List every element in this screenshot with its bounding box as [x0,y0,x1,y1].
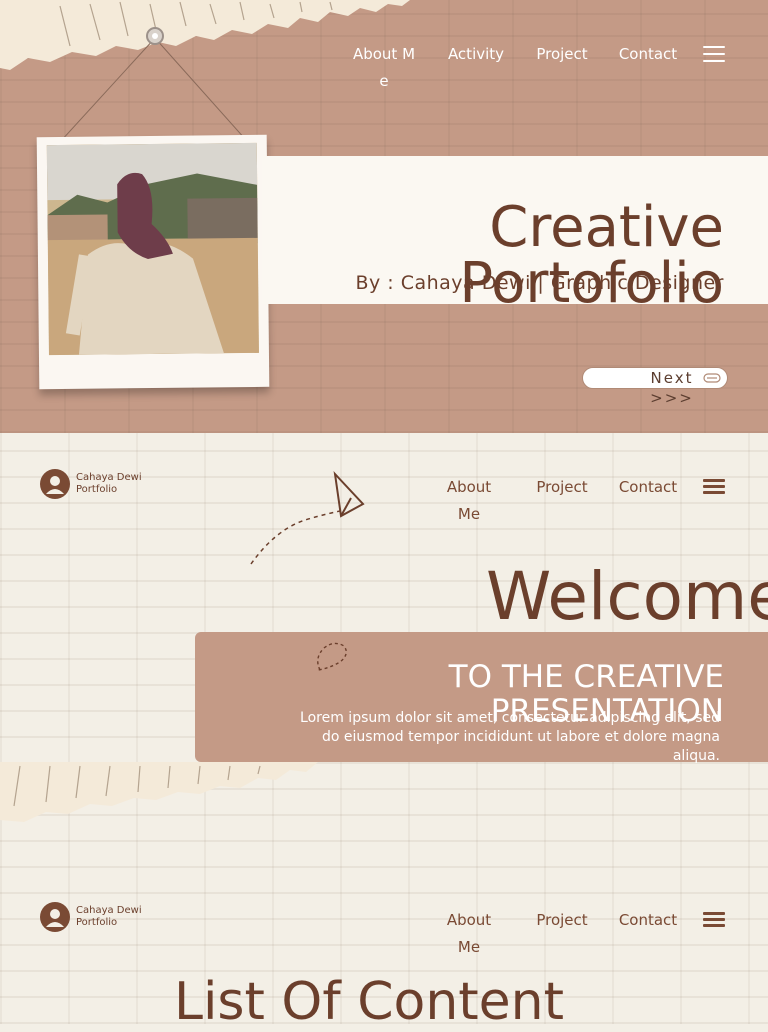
nav-contact-3[interactable]: Contact [618,907,678,934]
welcome-title: Welcome [486,558,768,635]
nav-project[interactable]: Project [531,41,593,68]
logo-tagline: Portfolio [76,484,118,495]
list-of-content-title: List Of Content [174,972,564,1032]
logo-3[interactable]: Cahaya Dewi Portfolio [40,902,142,932]
nav-about-me[interactable]: About Me [352,41,416,95]
welcome-body-text: Lorem ipsum dolor sit amet, consectetur … [300,710,720,764]
hero-subtitle: By : Cahaya Dewi | Graphic Designer [355,272,724,294]
logo-name: Cahaya Dewi [76,472,142,483]
user-avatar-icon-3 [40,902,70,932]
user-avatar-icon [40,469,70,499]
paper-plane-icon [250,470,365,565]
polaroid-frame [36,134,270,390]
hero-photo [46,142,259,356]
hamburger-menu-icon-3[interactable] [703,912,725,928]
arrow-icon [703,373,721,383]
nav-project-3[interactable]: Project [531,907,593,934]
torn-paper-decoration-2 [0,762,318,822]
hero-section: About Me Activity Project Contact Creati… [0,0,768,433]
woman-on-beach-image [46,142,259,356]
nav-activity[interactable]: Activity [446,41,506,68]
logo-tagline-3: Portfolio [76,917,118,928]
hamburger-menu-icon-2[interactable] [703,479,725,495]
nav-contact-2[interactable]: Contact [618,474,678,501]
nav-about-me-2[interactable]: About Me [438,474,500,528]
hamburger-menu-icon[interactable] [703,46,725,62]
logo[interactable]: Cahaya Dewi Portfolio [40,469,142,499]
nav-about-me-3[interactable]: About Me [438,907,500,961]
hero-title: Creative Portofolio [459,195,724,316]
nav-project-2[interactable]: Project [531,474,593,501]
logo-name-3: Cahaya Dewi [76,905,142,916]
next-button-label: Next >>> [650,369,694,407]
nav-contact[interactable]: Contact [618,41,678,68]
